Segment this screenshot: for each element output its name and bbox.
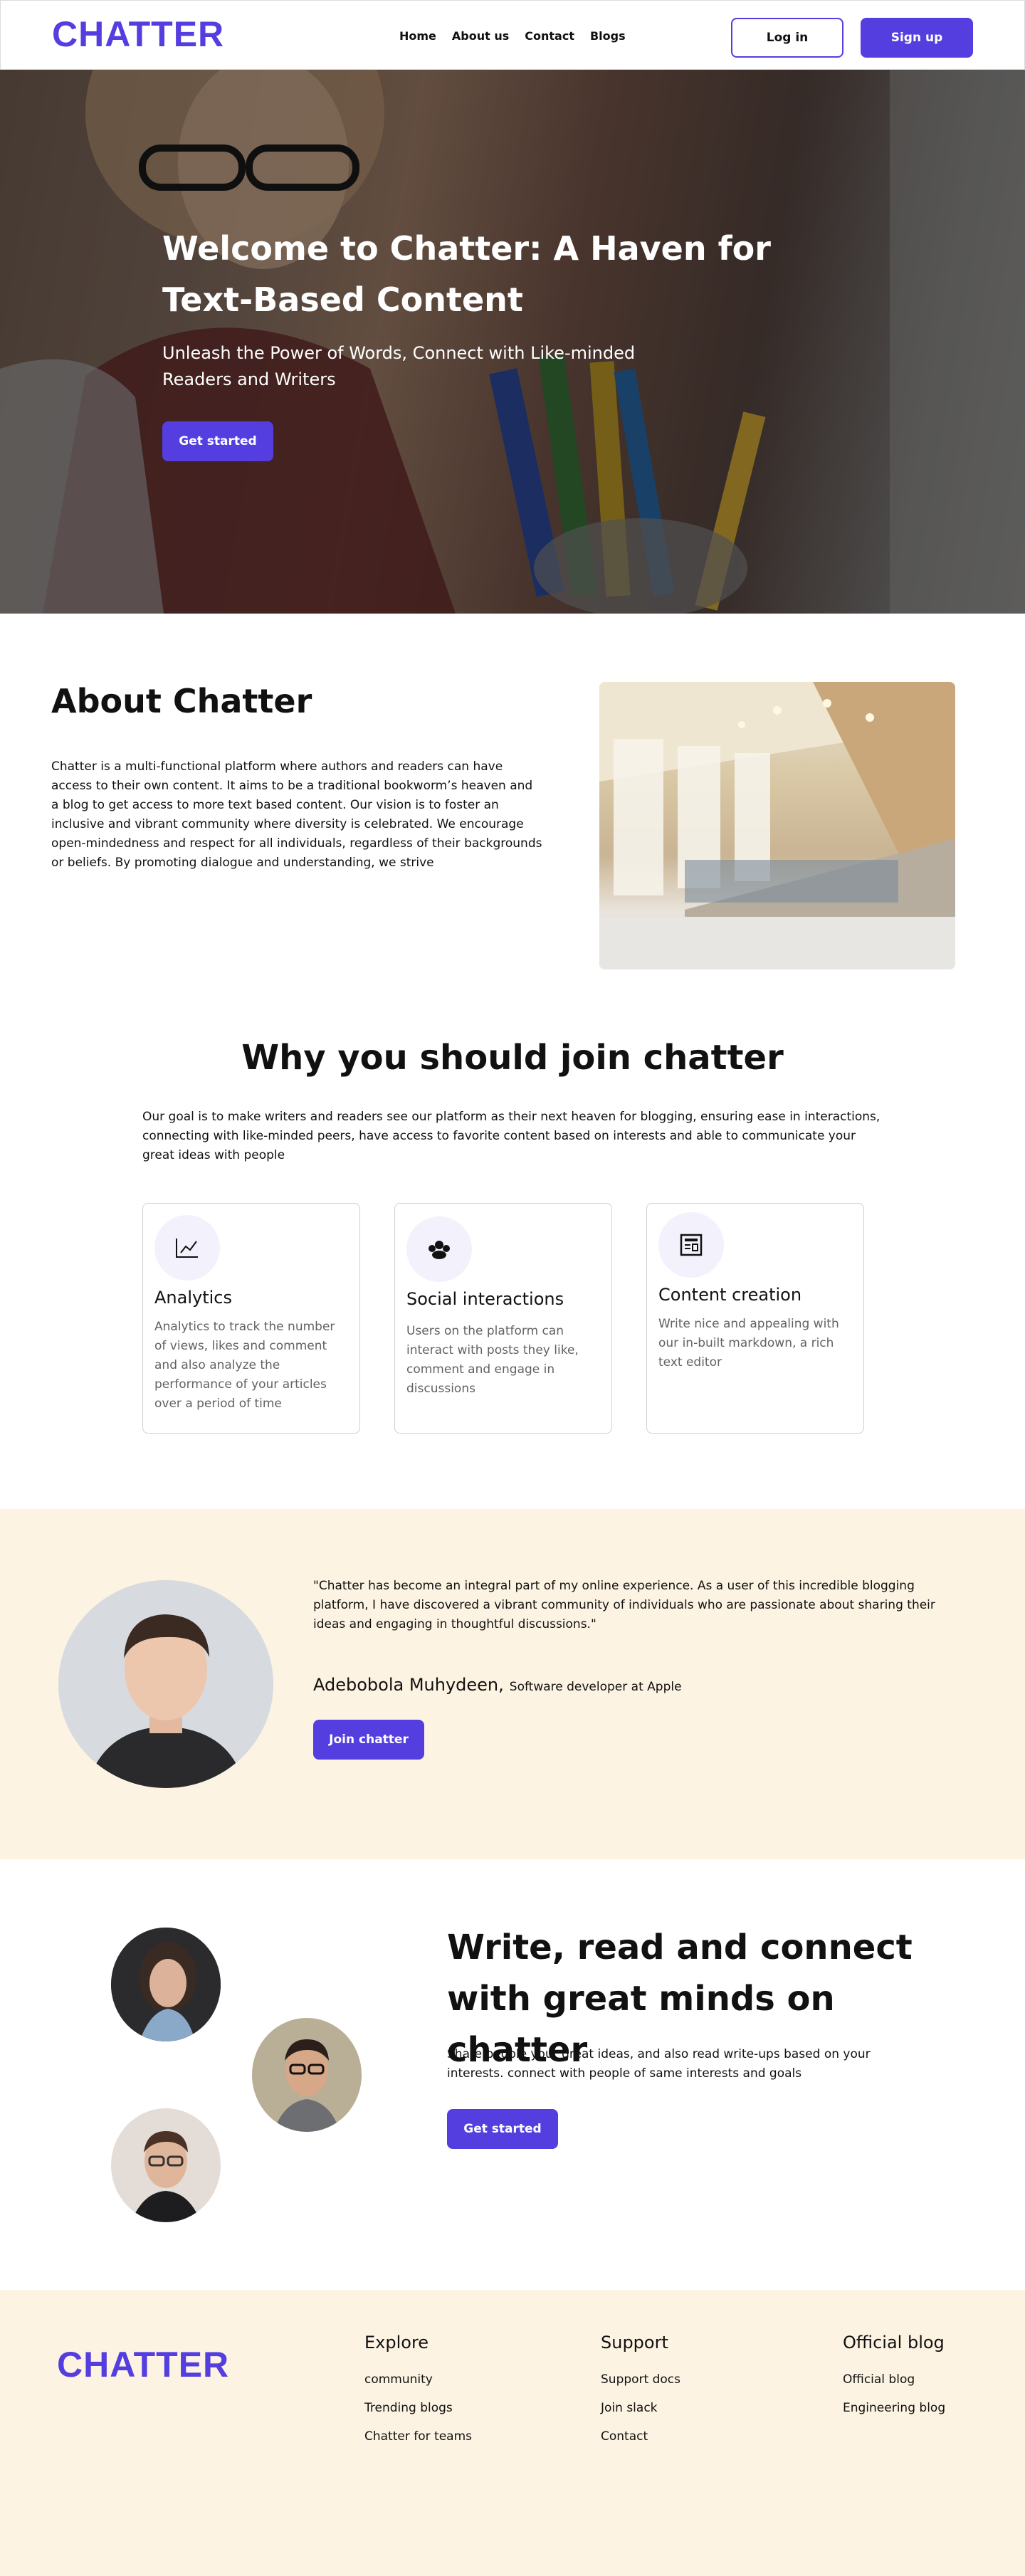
footer-link[interactable]: Trending blogs (364, 2401, 472, 2415)
why-text: Our goal is to make writers and readers … (142, 1110, 881, 1162)
nav-link-contact[interactable]: Contact (525, 29, 574, 43)
join-chatter-button[interactable]: Join chatter (313, 1720, 424, 1760)
footer-link[interactable]: Support docs (601, 2372, 680, 2387)
footer-link[interactable]: community (364, 2372, 472, 2387)
nav-link-home[interactable]: Home (399, 29, 436, 43)
login-button[interactable]: Log in (731, 18, 843, 58)
footer-column-official-blog: Official blog Official blog Engineering … (843, 2333, 945, 2429)
feature-card-analytics: Analytics Analytics to track the number … (142, 1203, 360, 1434)
community-avatar-man-smiling (111, 2108, 221, 2222)
feature-card-title: Analytics (154, 1288, 232, 1308)
nav-link-about[interactable]: About us (452, 29, 509, 43)
testimonial-avatar (58, 1580, 273, 1788)
feature-card-title: Content creation (658, 1285, 802, 1305)
content-document-icon (658, 1212, 724, 1278)
about-title: About Chatter (51, 682, 312, 720)
footer: CHATTER Explore community Trending blogs… (0, 2290, 1025, 2576)
hero-section: Welcome to Chatter: A Haven for Text-Bas… (0, 70, 1025, 614)
top-navbar: CHATTER Home About us Contact Blogs Log … (0, 0, 1025, 70)
footer-link[interactable]: Official blog (843, 2372, 945, 2387)
analytics-chart-icon (154, 1215, 220, 1281)
testimonial-author: Adebobola Muhydeen, Software developer a… (313, 1675, 682, 1695)
social-group-icon (406, 1216, 472, 1282)
community-avatar-man-glasses (252, 2018, 362, 2132)
footer-column-explore: Explore community Trending blogs Chatter… (364, 2333, 472, 2458)
footer-column-title: Explore (364, 2333, 429, 2352)
testimonial-quote: "Chatter has become an integral part of … (313, 1579, 935, 1631)
feature-card-social: Social interactions Users on the platfor… (394, 1203, 612, 1434)
connect-text: Share people your great ideas, and also … (447, 2047, 871, 2081)
hero-subtitle: Unleash the Power of Words, Connect with… (162, 343, 636, 389)
footer-logo[interactable]: CHATTER (57, 2344, 229, 2385)
nav-links: Home About us Contact Blogs (399, 29, 626, 43)
feature-card-text: Analytics to track the number of views, … (154, 1320, 335, 1411)
footer-link[interactable]: Contact (601, 2429, 680, 2444)
about-text: Chatter is a multi-functional platform w… (51, 759, 542, 870)
footer-column-support: Support Support docs Join slack Contact (601, 2333, 680, 2458)
feature-card-text: Write nice and appealing with our in-bui… (658, 1317, 839, 1370)
feature-card-content: Content creation Write nice and appealin… (646, 1203, 864, 1434)
feature-card-title: Social interactions (406, 1289, 564, 1309)
footer-link[interactable]: Engineering blog (843, 2401, 945, 2415)
hero-get-started-button[interactable]: Get started (162, 421, 273, 461)
author-name: Adebobola Muhydeen, (313, 1675, 504, 1695)
testimonial-section: "Chatter has become an integral part of … (0, 1509, 1025, 1859)
signup-button[interactable]: Sign up (861, 18, 973, 58)
brand-logo[interactable]: CHATTER (52, 14, 224, 55)
footer-column-title: Official blog (843, 2333, 945, 2352)
connect-get-started-button[interactable]: Get started (447, 2109, 558, 2149)
about-hall-image (599, 682, 955, 969)
hero-title: Welcome to Chatter: A Haven for Text-Bas… (162, 229, 771, 319)
footer-link[interactable]: Chatter for teams (364, 2429, 472, 2444)
why-title: Why you should join chatter (241, 1038, 784, 1078)
nav-link-blogs[interactable]: Blogs (590, 29, 626, 43)
footer-column-title: Support (601, 2333, 668, 2352)
community-avatar-woman (111, 1928, 221, 2041)
author-role: Software developer at Apple (509, 1680, 682, 1694)
feature-card-text: Users on the platform can interact with … (406, 1324, 579, 1396)
footer-link[interactable]: Join slack (601, 2401, 680, 2415)
